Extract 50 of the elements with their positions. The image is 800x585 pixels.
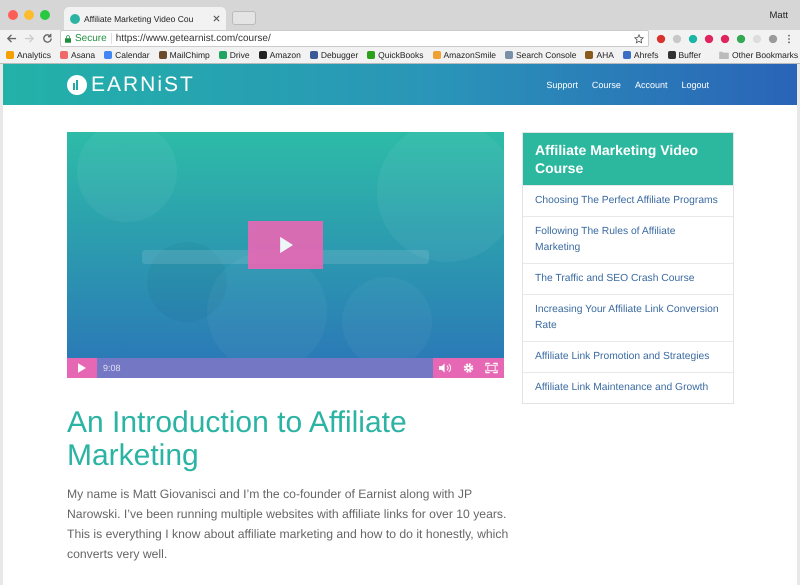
- lesson-link[interactable]: The Traffic and SEO Crash Course: [523, 263, 733, 294]
- zoom-window-button[interactable]: [40, 10, 50, 20]
- bookmark-link[interactable]: AHA: [585, 50, 614, 60]
- course-title: Affiliate Marketing Video Course: [523, 133, 733, 185]
- new-tab-button[interactable]: [232, 11, 256, 25]
- lesson-link[interactable]: Affiliate Link Maintenance and Growth: [523, 372, 733, 403]
- bookmark-link[interactable]: MailChimp: [158, 50, 210, 60]
- address-bar[interactable]: Secure https://www.getearnist.com/course/: [60, 30, 649, 47]
- other-bookmarks-folder[interactable]: Other Bookmarks: [719, 50, 798, 60]
- lesson-link[interactable]: Following The Rules of Affiliate Marketing: [523, 216, 733, 263]
- video-duration: 9:08: [103, 363, 121, 373]
- play-button[interactable]: [248, 221, 323, 269]
- browser-tab[interactable]: Affiliate Marketing Video Cou: [64, 7, 226, 30]
- close-window-button[interactable]: [8, 10, 18, 20]
- lesson-link[interactable]: Increasing Your Affiliate Link Conversion Rate: [523, 294, 733, 341]
- back-arrow-icon[interactable]: [6, 33, 17, 44]
- lesson-link[interactable]: Choosing The Perfect Affiliate Programs: [523, 185, 733, 216]
- bookmark-link[interactable]: QuickBooks: [367, 50, 424, 60]
- bookmark-link[interactable]: Calendar: [104, 50, 150, 60]
- bookmark-link[interactable]: Ahrefs: [622, 50, 658, 60]
- bookmark-link[interactable]: Analytics: [6, 50, 52, 60]
- settings-icon[interactable]: [462, 362, 475, 374]
- reload-icon[interactable]: [42, 33, 53, 44]
- bookmark-link[interactable]: Asana: [60, 50, 96, 60]
- folder-icon: [719, 51, 730, 59]
- bookmark-link[interactable]: AmazonSmile: [432, 50, 496, 60]
- play-icon: [278, 236, 292, 254]
- nav-link[interactable]: Support: [546, 80, 578, 90]
- article-heading: An Introduction to Affiliate Marketing: [67, 406, 408, 472]
- site-favicon-icon: [70, 14, 80, 24]
- bookmark-link[interactable]: Buffer: [668, 50, 702, 60]
- volume-icon[interactable]: [439, 362, 452, 374]
- star-icon[interactable]: [634, 34, 644, 44]
- lesson-link[interactable]: Affiliate Link Promotion and Strategies: [523, 341, 733, 372]
- fullscreen-icon[interactable]: [485, 362, 498, 374]
- bookmark-link[interactable]: Drive: [218, 50, 250, 60]
- intro-paragraph: My name is Matt Giovanisci and I’m the co-founder of Earnist along with JP Narowski. I’ve been running multiple websites with affiliate links for over 10 years. This is everything I know about affiliate marketing and how to do it honestly, which converts very well.: [67, 486, 510, 563]
- nav-link[interactable]: Account: [634, 80, 668, 90]
- play-icon: [78, 363, 86, 373]
- url-text: https://www.getearnist.com/course/: [116, 33, 272, 44]
- bookmark-link[interactable]: Search Console: [504, 50, 576, 60]
- bookmark-link[interactable]: Debugger: [310, 50, 358, 60]
- bookmark-link[interactable]: Amazon: [258, 50, 301, 60]
- secure-label: Secure: [75, 33, 112, 44]
- lock-icon: [65, 34, 71, 42]
- play-button[interactable]: [67, 358, 97, 378]
- close-icon[interactable]: [213, 15, 220, 22]
- nav-link[interactable]: Course: [592, 80, 621, 90]
- nav-link[interactable]: Logout: [681, 80, 709, 90]
- profile-name[interactable]: Matt: [770, 10, 788, 21]
